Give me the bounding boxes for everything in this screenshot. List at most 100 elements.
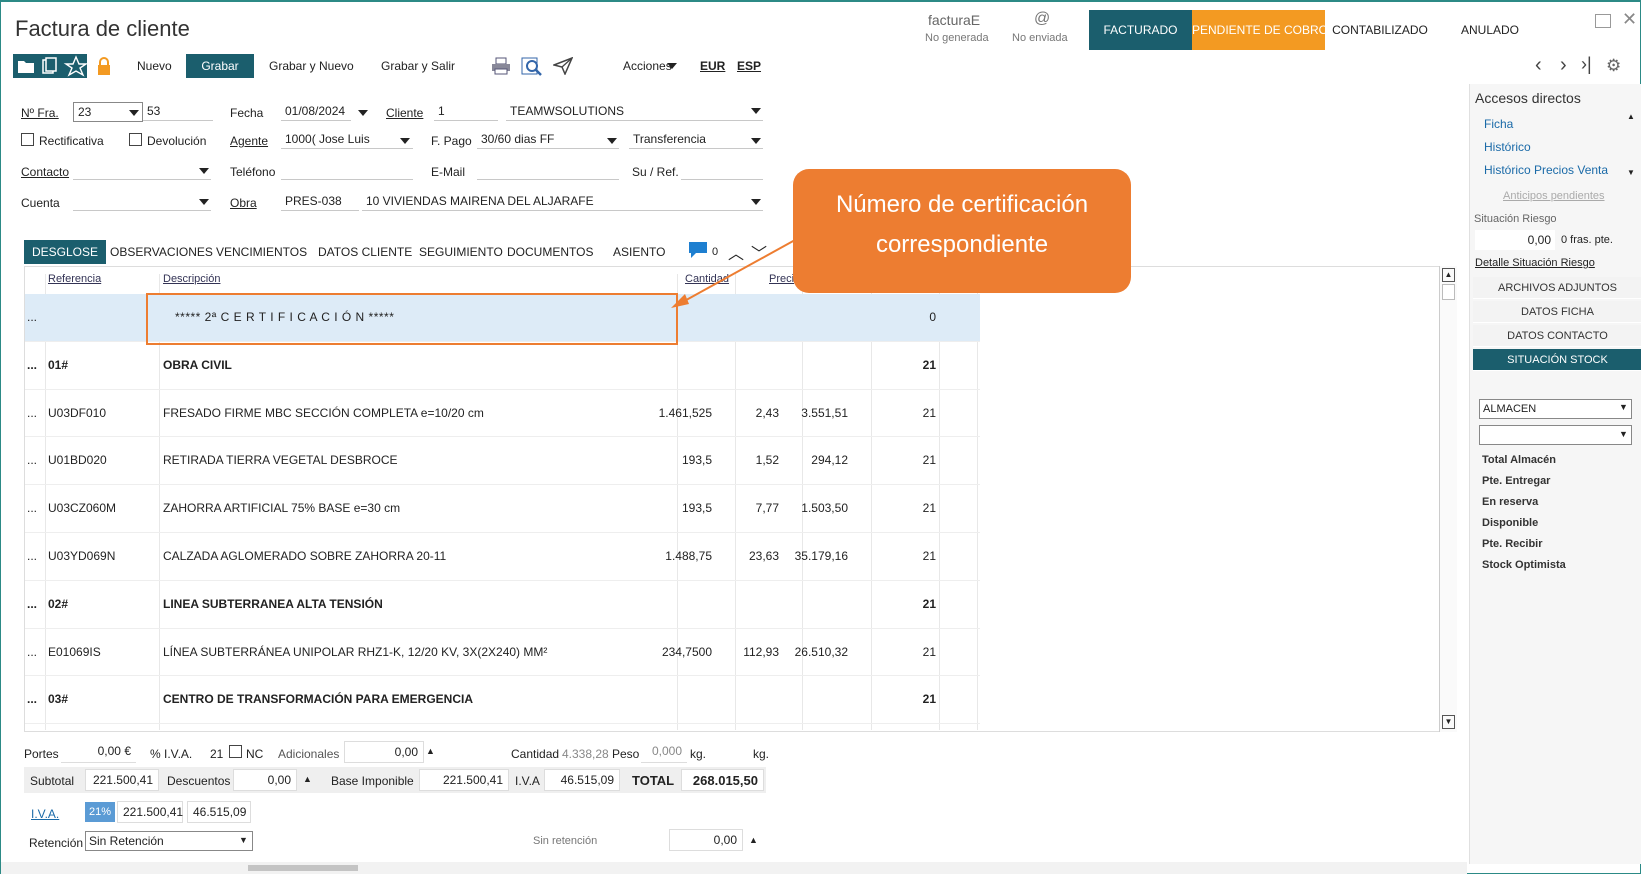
peso-field[interactable]: 0,000 bbox=[641, 741, 687, 763]
tab-datos-cliente[interactable]: DATOS CLIENTE bbox=[310, 240, 420, 264]
contacto-field[interactable] bbox=[73, 160, 211, 180]
save-new-button[interactable]: Grabar y Nuevo bbox=[263, 54, 360, 78]
fpago-chevron-icon[interactable] bbox=[607, 138, 617, 144]
datos-contacto-button[interactable]: DATOS CONTACTO bbox=[1473, 325, 1641, 347]
cuenta-chevron-icon[interactable] bbox=[199, 199, 209, 205]
tab-desglose[interactable]: DESGLOSE bbox=[24, 240, 107, 264]
fecha-field[interactable]: 01/08/2024 bbox=[281, 101, 351, 121]
descuentos-spin-icon[interactable]: ▲ bbox=[303, 774, 312, 784]
table-row[interactable]: ... U03CZ060M ZAHORRA ARTIFICIAL 75% BASE … bbox=[25, 485, 980, 533]
cliente-name-field[interactable]: TEAMWSOLUTIONS bbox=[506, 101, 763, 121]
contacto-chevron-icon[interactable] bbox=[199, 168, 209, 174]
fpago-field[interactable]: 30/60 dias FF bbox=[477, 129, 619, 149]
save-button[interactable]: Grabar bbox=[186, 54, 254, 78]
print-icon[interactable] bbox=[491, 57, 511, 75]
cliente-label[interactable]: Cliente bbox=[386, 106, 423, 120]
total-value: 268.015,50 bbox=[681, 769, 764, 791]
almacen-2-select[interactable] bbox=[1479, 425, 1632, 445]
obra-label[interactable]: Obra bbox=[230, 196, 257, 210]
table-row[interactable]: ... U03YD069N CALZADA AGLOMERADO SOBRE ZAH… bbox=[25, 533, 980, 581]
transferencia-chevron-icon[interactable] bbox=[751, 138, 761, 144]
suref-field[interactable] bbox=[681, 160, 763, 180]
archivos-adjuntos-button[interactable]: ARCHIVOS ADJUNTOS bbox=[1473, 277, 1641, 299]
settings-gear-icon[interactable]: ⚙ bbox=[1606, 56, 1621, 76]
horizontal-scrollbar[interactable] bbox=[1, 862, 1467, 874]
almacen-select[interactable]: ALMACEN bbox=[1479, 399, 1632, 419]
tab-vencimientos[interactable]: VENCIMIENTOS bbox=[208, 240, 315, 264]
sidebar-scroll-down-icon[interactable]: ▼ bbox=[1627, 168, 1635, 177]
datos-ficha-button[interactable]: DATOS FICHA bbox=[1473, 301, 1641, 323]
cuenta-field[interactable] bbox=[73, 191, 211, 211]
language-esp[interactable]: ESP bbox=[731, 54, 767, 78]
actions-chevron-icon bbox=[667, 63, 677, 69]
descuentos-field[interactable]: 0,00 bbox=[233, 769, 297, 791]
close-window-icon[interactable]: ✕ bbox=[1622, 9, 1637, 30]
save-exit-button[interactable]: Grabar y Salir bbox=[375, 54, 461, 78]
sin-retencion-value[interactable]: 0,00 bbox=[669, 829, 743, 851]
agente-chevron-icon[interactable] bbox=[400, 138, 410, 144]
table-row[interactable]: ... U03DF010 FRESADO FIRME MBC SECCIÓN COM… bbox=[25, 390, 980, 438]
cliente-chevron-icon[interactable] bbox=[751, 108, 761, 114]
rectificativa-checkbox[interactable] bbox=[21, 133, 34, 146]
situacion-stock-button[interactable]: SITUACIÓN STOCK bbox=[1473, 349, 1641, 371]
callout-arrow bbox=[671, 239, 796, 308]
new-button[interactable]: Nuevo bbox=[131, 54, 178, 78]
preview-icon[interactable] bbox=[521, 56, 543, 76]
status-pendiente-cobro[interactable]: PENDIENTE DE COBRO bbox=[1192, 10, 1328, 50]
table-row[interactable]: ... U01BD020 RETIRADA TIERRA VEGETAL DESBR… bbox=[25, 437, 980, 486]
portes-field[interactable]: 0,00 € bbox=[61, 741, 136, 763]
lock-icon[interactable] bbox=[97, 57, 111, 75]
retencion-select[interactable]: Sin Retención bbox=[85, 831, 253, 851]
col-referencia[interactable]: Referencia bbox=[48, 273, 101, 285]
currency-eur[interactable]: EUR bbox=[694, 54, 731, 78]
devolucion-checkbox[interactable] bbox=[129, 133, 142, 146]
agente-label[interactable]: Agente bbox=[230, 134, 268, 148]
sidebar-link-ficha[interactable]: Ficha bbox=[1484, 117, 1513, 131]
adicionales-field[interactable]: 0,00 bbox=[344, 741, 424, 763]
fecha-chevron-icon[interactable] bbox=[358, 110, 368, 116]
agente-code-field[interactable]: 1000( bbox=[281, 129, 319, 149]
transferencia-field[interactable]: Transferencia bbox=[629, 129, 763, 149]
telefono-field[interactable] bbox=[281, 160, 413, 180]
grid-scrollbar[interactable]: ▲ ▼ bbox=[1439, 266, 1457, 732]
tab-asiento[interactable]: ASIENTO bbox=[605, 240, 673, 264]
nc-checkbox[interactable] bbox=[229, 745, 242, 758]
last-record-icon[interactable]: ›| bbox=[1581, 54, 1592, 75]
status-facturado[interactable]: FACTURADO bbox=[1089, 10, 1192, 50]
detalle-riesgo-link[interactable]: Detalle Situación Riesgo bbox=[1475, 257, 1595, 269]
sin-retencion-spin-icon[interactable]: ▲ bbox=[749, 835, 758, 845]
tab-observaciones[interactable]: OBSERVACIONES bbox=[102, 240, 221, 264]
col-descripcion[interactable]: Descripción bbox=[163, 273, 220, 285]
send-icon[interactable] bbox=[551, 56, 574, 76]
email-field[interactable] bbox=[477, 160, 619, 180]
anticipos-link[interactable]: Anticipos pendientes bbox=[1503, 190, 1605, 202]
subtotal-label: Subtotal bbox=[30, 774, 75, 788]
obra-chevron-icon[interactable] bbox=[751, 199, 761, 205]
status-contabilizado[interactable]: CONTABILIZADO bbox=[1325, 10, 1435, 50]
agente-name-field[interactable]: Jose Luis bbox=[315, 129, 413, 149]
iva-pct-value[interactable]: 21 bbox=[210, 747, 223, 761]
subtotal-value: 221.500,41 bbox=[85, 769, 159, 791]
table-row[interactable]: ... 02# LINEA SUBTERRANEA ALTA TENSIÓN 21 bbox=[25, 581, 980, 629]
iva-breakdown-link[interactable]: I.V.A. bbox=[31, 807, 59, 821]
table-row[interactable]: ... 01# OBRA CIVIL 21 bbox=[25, 342, 980, 390]
nfra-number-field[interactable]: 53 bbox=[143, 101, 213, 121]
prev-record-icon[interactable]: ‹ bbox=[1535, 54, 1542, 77]
nfra-label[interactable]: Nº Fra. bbox=[21, 106, 59, 120]
table-row[interactable]: ... E01069IS LÍNEA SUBTERRÁNEA UNIPOLAR RH… bbox=[25, 629, 980, 677]
status-anulado[interactable]: ANULADO bbox=[1435, 10, 1545, 50]
contacto-label[interactable]: Contacto bbox=[21, 165, 69, 179]
sidebar-scroll-up-icon[interactable]: ▲ bbox=[1627, 112, 1635, 121]
tab-seguimiento[interactable]: SEGUIMIENTO bbox=[411, 240, 511, 264]
sidebar-link-historico[interactable]: Histórico bbox=[1484, 140, 1531, 154]
tab-documentos[interactable]: DOCUMENTOS bbox=[499, 240, 601, 264]
obra-code-field[interactable]: PRES-038 bbox=[281, 191, 359, 211]
price-cell: 112,93 bbox=[743, 644, 779, 659]
obra-name-field[interactable]: 10 VIVIENDAS MAIRENA DEL ALJARAFE bbox=[362, 191, 763, 211]
table-row[interactable]: ... 03# CENTRO DE TRANSFORMACIÓN PARA EMER… bbox=[25, 676, 980, 725]
adicionales-spin-icon[interactable]: ▲ bbox=[426, 746, 435, 756]
cliente-code-field[interactable]: 1 bbox=[434, 101, 498, 121]
restore-window-icon[interactable] bbox=[1595, 14, 1611, 28]
sidebar-link-historico-precios[interactable]: Histórico Precios Venta bbox=[1484, 163, 1608, 177]
next-record-icon[interactable]: › bbox=[1560, 54, 1567, 77]
